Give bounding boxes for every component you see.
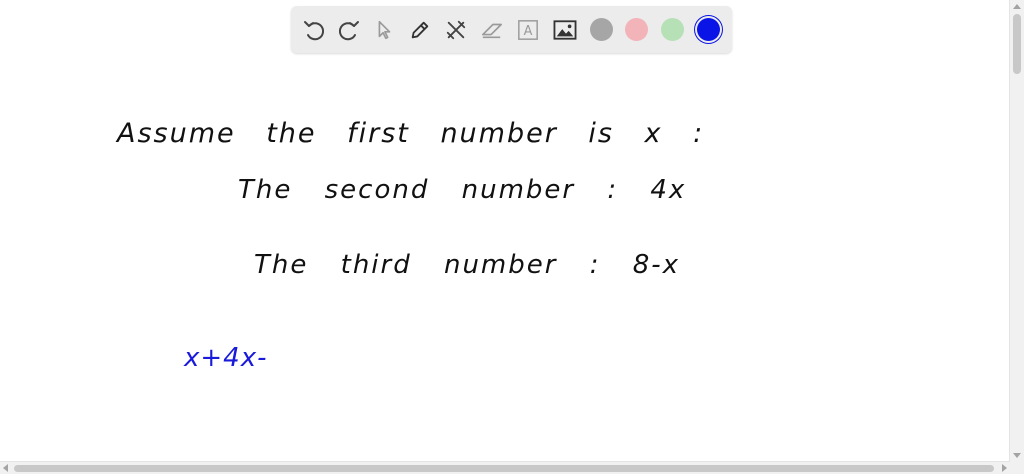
handwritten-line-3: The third number : 8-x <box>254 250 681 280</box>
redo-icon[interactable] <box>336 17 362 43</box>
text-tool-letter: A <box>524 24 533 39</box>
drawing-toolbar: A <box>291 6 732 53</box>
scroll-up-icon[interactable] <box>1013 4 1021 9</box>
vertical-scroll-thumb[interactable] <box>1013 14 1021 74</box>
handwritten-line-4: x+4x- <box>184 343 268 373</box>
pen-icon[interactable] <box>407 17 433 43</box>
eraser-icon[interactable] <box>479 17 505 43</box>
vertical-scrollbar[interactable] <box>1009 0 1024 462</box>
horizontal-scrollbar[interactable] <box>0 461 1010 474</box>
image-icon[interactable] <box>552 17 578 43</box>
tools-icon[interactable] <box>443 17 469 43</box>
color-swatch-pink[interactable] <box>625 18 648 41</box>
scrollbar-corner <box>1010 462 1024 474</box>
color-swatch-blue[interactable] <box>697 18 720 41</box>
scroll-down-icon[interactable] <box>1013 453 1021 458</box>
text-icon[interactable]: A <box>515 17 541 43</box>
pointer-icon[interactable] <box>371 17 397 43</box>
handwritten-line-1: Assume the first number is x : <box>117 118 705 149</box>
handwritten-line-2: The second number : 4x <box>238 175 687 205</box>
color-swatch-green[interactable] <box>661 18 684 41</box>
whiteboard-canvas[interactable]: Assume the first number is x : The secon… <box>0 60 1010 463</box>
scroll-left-icon[interactable] <box>3 464 8 472</box>
scroll-right-icon[interactable] <box>1002 464 1007 472</box>
horizontal-scroll-thumb[interactable] <box>14 465 994 472</box>
undo-icon[interactable] <box>301 17 327 43</box>
color-swatch-gray[interactable] <box>590 18 613 41</box>
